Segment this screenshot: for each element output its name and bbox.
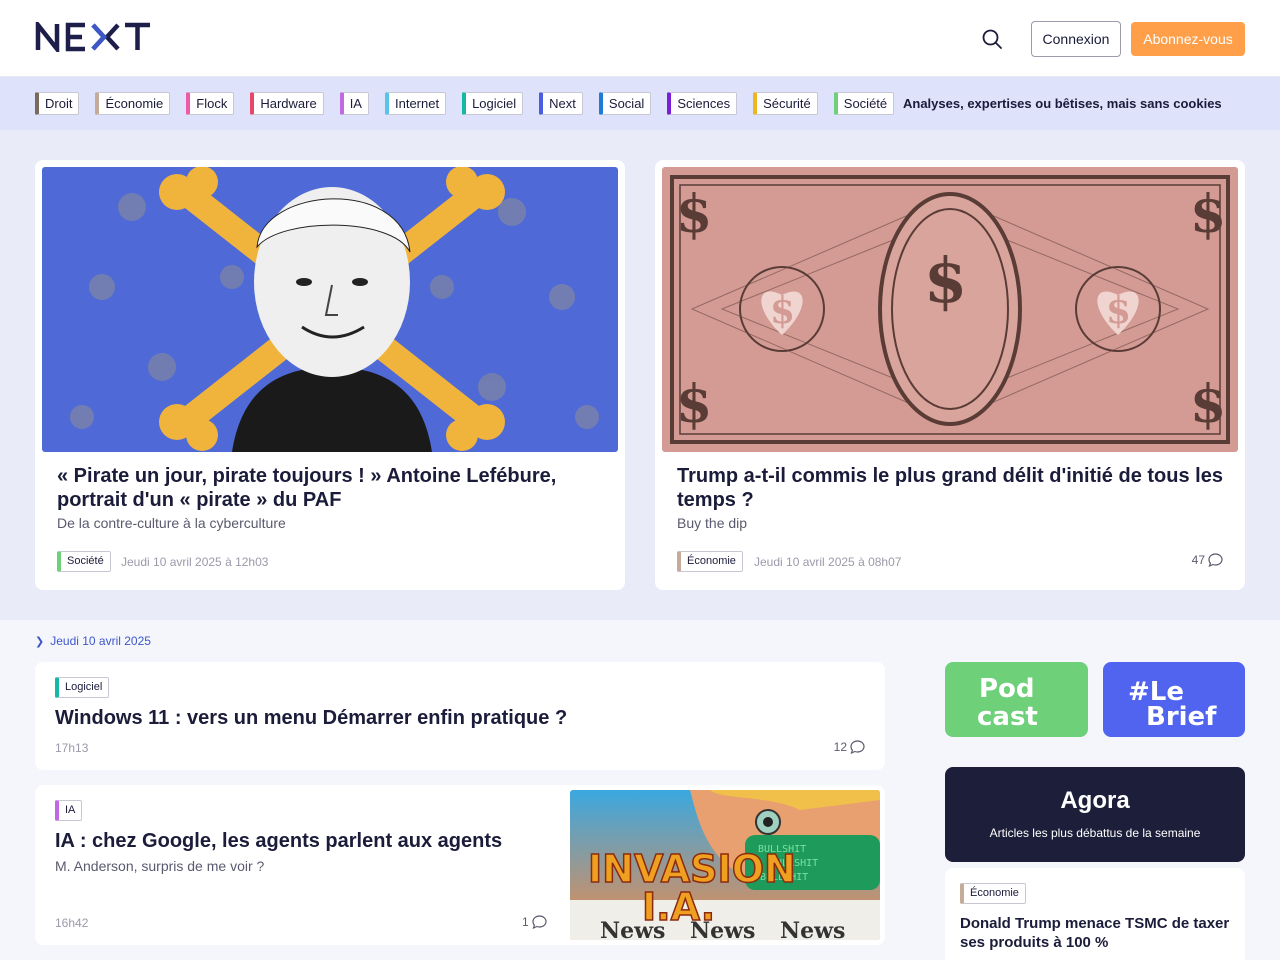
svg-text:$: $ — [676, 184, 712, 245]
comment-icon — [1208, 553, 1223, 567]
comments-link[interactable]: 47 — [1192, 553, 1223, 567]
svg-text:$: $ — [1190, 374, 1226, 435]
article-subtitle: Buy the dip — [677, 515, 748, 531]
login-button[interactable]: Connexion — [1031, 21, 1121, 57]
article-image-pirate[interactable] — [42, 167, 618, 452]
article-title[interactable]: Trump a-t-il commis le plus grand délit … — [677, 464, 1225, 512]
article-image-dollar[interactable]: $ $ $ $ $ $ $ — [662, 167, 1238, 452]
agora-title: Agora — [1060, 787, 1130, 814]
comment-icon — [532, 915, 547, 929]
site-tagline: Analyses, expertises ou bêtises, mais sa… — [903, 96, 1222, 111]
article-date: Jeudi 10 avril 2025 à 08h07 — [754, 555, 902, 569]
category-tag[interactable]: Société — [57, 551, 111, 572]
date-section-header[interactable]: ❯ Jeudi 10 avril 2025 — [35, 634, 151, 648]
category-link[interactable]: Société — [833, 92, 895, 115]
feed-article-2[interactable]: IA IA : chez Google, les agents parlent … — [35, 785, 885, 945]
article-time: 17h13 — [55, 741, 89, 755]
category-link[interactable]: Next — [539, 92, 583, 115]
category-list: Droit Économie Flock Hardware IA Internet Logi… — [35, 92, 895, 115]
article-subtitle: De la contre-culture à la cyberculture — [57, 515, 286, 531]
category-link[interactable]: Droit — [35, 92, 80, 115]
category-link[interactable]: Flock — [186, 92, 235, 115]
search-icon[interactable] — [980, 27, 1004, 51]
subscribe-button[interactable]: Abonnez-vous — [1131, 22, 1245, 56]
article-title[interactable]: Windows 11 : vers un menu Démarrer enfin… — [55, 707, 567, 730]
comment-count: 47 — [1191, 553, 1205, 567]
svg-text:News: News — [780, 918, 845, 940]
article-subtitle: M. Anderson, surpris de me voir ? — [55, 858, 265, 874]
image-text-ia: I.A. — [642, 885, 715, 929]
category-tag[interactable]: Logiciel — [55, 677, 110, 698]
comment-icon — [850, 740, 865, 754]
comments-link[interactable]: 1 — [522, 915, 547, 929]
svg-text:$: $ — [924, 244, 967, 317]
site-header: Connexion Abonnez-vous — [0, 0, 1280, 77]
hero-article-2[interactable]: $ $ $ $ $ $ $ Trump a-t-il commis le plu… — [655, 160, 1245, 590]
agora-description: Articles les plus débattus de la semaine — [989, 826, 1201, 840]
date-label: Jeudi 10 avril 2025 — [50, 634, 151, 648]
category-link[interactable]: Sciences — [667, 92, 738, 115]
svg-text:$: $ — [770, 290, 795, 332]
chevron-right-icon: ❯ — [35, 636, 45, 648]
category-link[interactable]: Sécurité — [753, 92, 818, 115]
article-title[interactable]: Donald Trump menace TSMC de taxer ses pr… — [960, 914, 1230, 952]
category-link[interactable]: IA — [339, 92, 369, 115]
svg-text:$: $ — [1190, 184, 1226, 245]
comments-link[interactable]: 12 — [834, 740, 865, 754]
article-image-invasion-ia[interactable]: BULLSHIT BULLSHIT BULLSHIT News News News IN… — [570, 790, 880, 940]
category-tag[interactable]: Économie — [960, 883, 1026, 904]
category-link[interactable]: Logiciel — [462, 92, 524, 115]
article-time: 16h42 — [55, 916, 89, 930]
agora-banner[interactable]: Agora Articles les plus débattus de la s… — [945, 767, 1245, 862]
article-title[interactable]: IA : chez Google, les agents parlent aux… — [55, 830, 502, 853]
category-tag[interactable]: IA — [55, 800, 83, 821]
svg-text:$: $ — [1106, 290, 1131, 332]
category-bar: Droit Économie Flock Hardware IA Internet Logi… — [0, 77, 1280, 130]
category-link[interactable]: Économie — [95, 92, 171, 115]
category-link[interactable]: Internet — [384, 92, 447, 115]
le-brief-banner[interactable]: #Le Brief — [1103, 662, 1245, 737]
comment-count: 12 — [833, 740, 847, 754]
article-date: Jeudi 10 avril 2025 à 12h03 — [121, 555, 269, 569]
hero-article-1[interactable]: « Pirate un jour, pirate toujours ! » An… — [35, 160, 625, 590]
category-tag[interactable]: Économie — [677, 551, 743, 572]
next-logo[interactable] — [35, 22, 151, 52]
brief-label-bottom: Brief — [1146, 702, 1217, 730]
feed-article-1[interactable]: Logiciel Windows 11 : vers un menu Démar… — [35, 662, 885, 770]
category-link[interactable]: Hardware — [250, 92, 324, 115]
category-link[interactable]: Social — [598, 92, 652, 115]
agora-featured-article[interactable]: Économie Donald Trump menace TSMC de tax… — [945, 868, 1245, 960]
comment-count: 1 — [522, 915, 529, 929]
svg-text:$: $ — [676, 374, 712, 435]
podcast-label-bottom: cast — [977, 702, 1038, 730]
podcast-label-top: Pod — [979, 674, 1035, 704]
podcast-banner[interactable]: Pod cast — [945, 662, 1088, 737]
article-title[interactable]: « Pirate un jour, pirate toujours ! » An… — [57, 464, 605, 512]
